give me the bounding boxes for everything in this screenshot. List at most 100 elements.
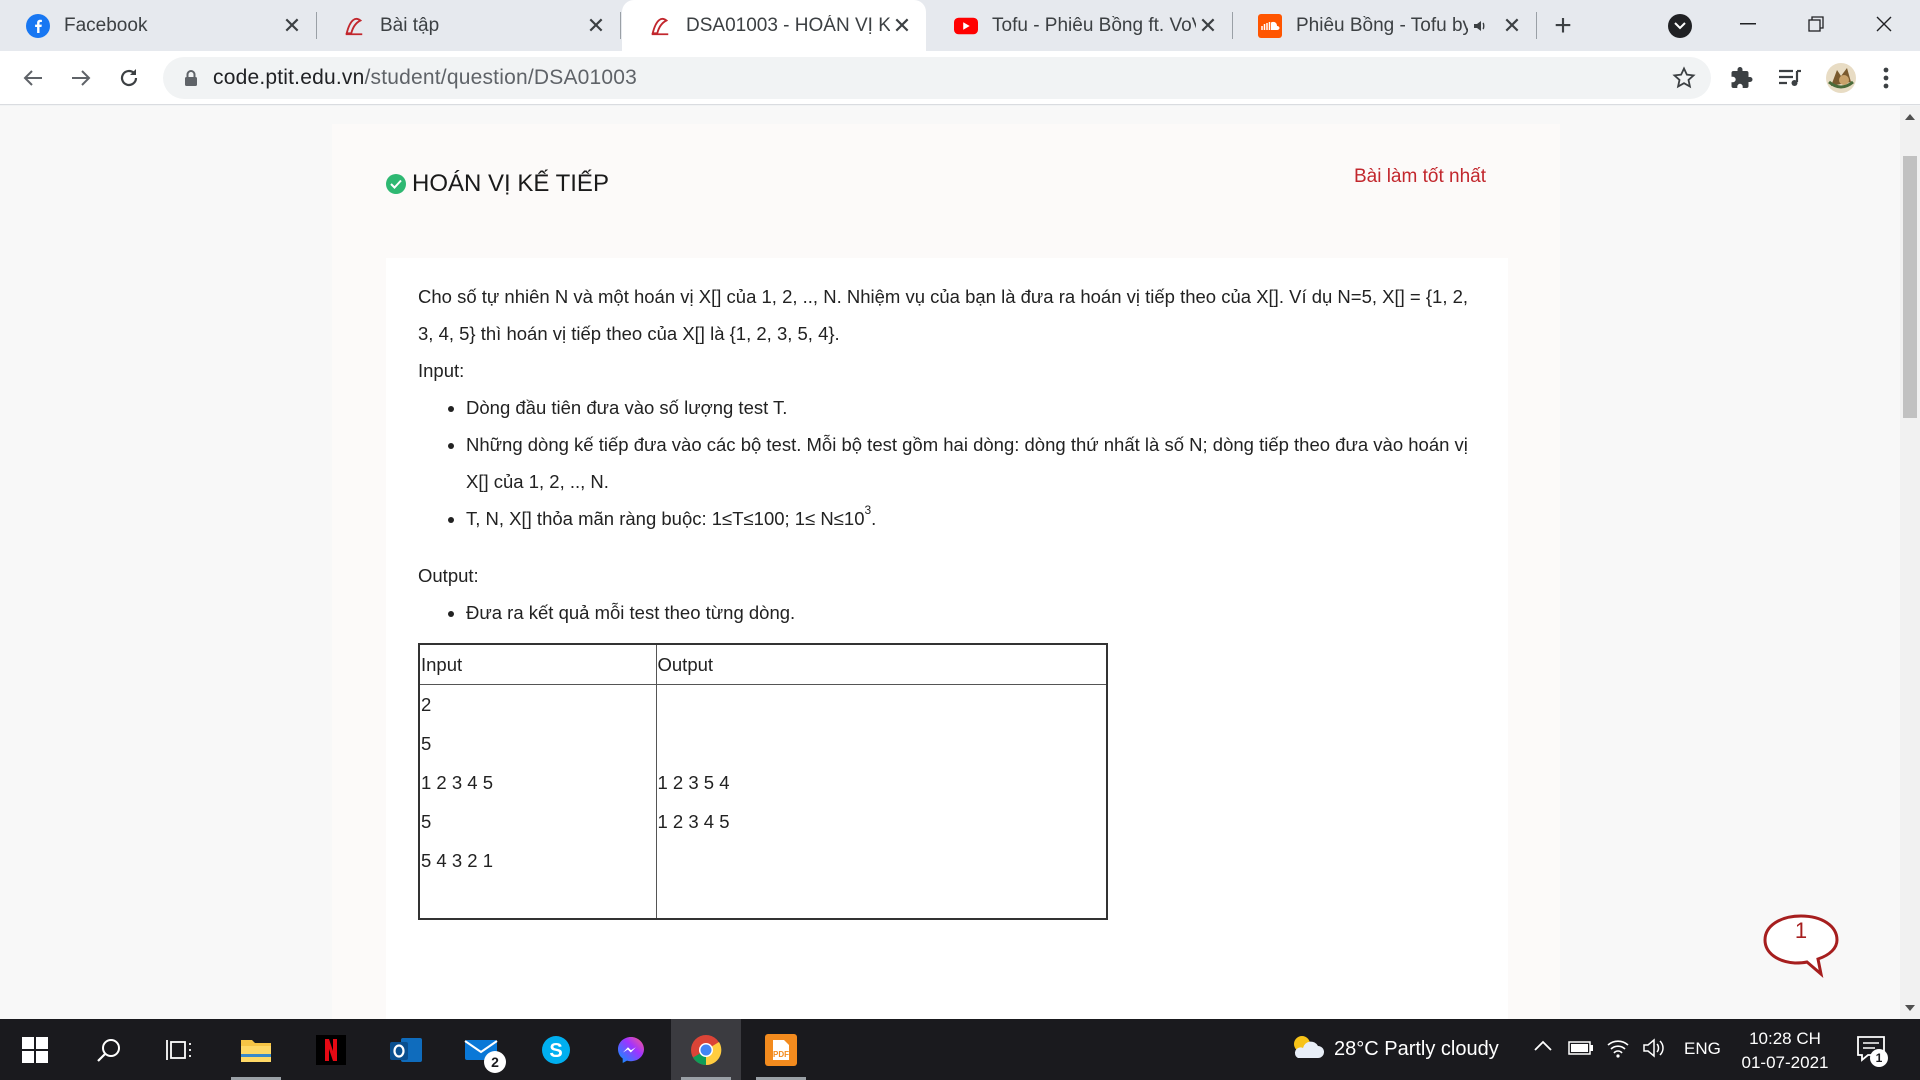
menu-kebab-icon[interactable]	[1872, 64, 1900, 92]
url-path: /student/question/DSA01003	[364, 66, 638, 89]
soundcloud-icon	[1258, 13, 1282, 38]
check-circle-icon	[386, 174, 406, 194]
chrome-icon[interactable]	[671, 1019, 741, 1080]
page-viewport: HOÁN VỊ KẾ TIẾP Bài làm tốt nhất Cho số …	[0, 106, 1900, 1019]
restore-button[interactable]	[1796, 8, 1836, 40]
input-heading: Input:	[418, 360, 465, 381]
tab-title: Tofu - Phiêu Bồng ft. VoVa	[992, 14, 1196, 36]
browser-toolbar: code.ptit.edu.vn/student/question/DSA010…	[0, 51, 1920, 105]
example-table: Input Output 2 5 1 2 3 4 5 5 5 4 3 2 1 1…	[418, 643, 1108, 920]
windows-start-icon[interactable]	[0, 1019, 70, 1080]
youtube-icon	[954, 14, 978, 38]
close-icon[interactable]: ✕	[1500, 13, 1524, 38]
close-window-button[interactable]	[1864, 8, 1904, 40]
tab-facebook[interactable]: Facebook ✕	[0, 0, 317, 51]
input-line: 5	[421, 810, 432, 832]
scroll-up-arrow-icon[interactable]	[1905, 114, 1915, 120]
constraint-suffix: .	[871, 508, 877, 529]
system-clock[interactable]: 10:28 CH 01-07-2021	[1730, 1027, 1840, 1075]
profile-avatar[interactable]	[1824, 61, 1858, 95]
clock-time: 10:28 CH	[1749, 1029, 1821, 1048]
close-icon[interactable]: ✕	[1196, 13, 1220, 38]
media-control-icon[interactable]	[1776, 64, 1804, 92]
output-heading: Output:	[418, 565, 479, 586]
mail-badge: 2	[484, 1051, 506, 1073]
input-list: Dòng đầu tiên đưa vào số lượng test T. N…	[466, 389, 1476, 537]
output-line: 1 2 3 5 4	[657, 771, 730, 793]
facebook-icon	[26, 13, 50, 38]
file-explorer-icon[interactable]	[221, 1019, 291, 1080]
windows-taskbar: 2 S PDF 28°C Partly cloudy ENG 10:28 CH …	[0, 1019, 1920, 1080]
example-input-cell: 2 5 1 2 3 4 5 5 5 4 3 2 1	[418, 683, 657, 920]
table-header-row: Input Output	[418, 643, 1108, 685]
tab-separator	[1536, 12, 1537, 39]
chat-bubble-button[interactable]: 1	[1762, 912, 1840, 978]
pdf-tool-icon[interactable]: PDF	[746, 1019, 816, 1080]
problem-card: HOÁN VỊ KẾ TIẾP Bài làm tốt nhất Cho số …	[332, 124, 1560, 1019]
page-title: HOÁN VỊ KẾ TIẾP	[386, 170, 609, 198]
netflix-icon[interactable]	[296, 1019, 366, 1080]
speaker-icon[interactable]	[1468, 18, 1492, 34]
messenger-icon[interactable]	[596, 1019, 666, 1080]
notification-center-icon[interactable]: 1	[1856, 1035, 1892, 1067]
tab-youtube[interactable]: Tofu - Phiêu Bồng ft. VoVa ✕	[928, 0, 1233, 51]
tab-search-button[interactable]	[1668, 14, 1692, 38]
minimize-button[interactable]	[1728, 8, 1768, 40]
weather-widget[interactable]: 28°C Partly cloudy	[1288, 1019, 1499, 1080]
show-hidden-icons-icon[interactable]	[1534, 1039, 1552, 1057]
bookmark-star-icon[interactable]	[1671, 65, 1697, 91]
output-line: 1 2 3 4 5	[657, 810, 730, 832]
partly-cloudy-icon	[1288, 1032, 1324, 1067]
close-icon[interactable]: ✕	[584, 13, 608, 38]
svg-text:S: S	[549, 1040, 562, 1062]
ptit-icon	[342, 14, 366, 38]
tab-bai-tap[interactable]: Bài tập ✕	[316, 0, 621, 51]
outlook-icon[interactable]	[371, 1019, 441, 1080]
forward-button[interactable]	[66, 63, 96, 93]
notification-badge: 1	[1870, 1049, 1888, 1067]
ptit-icon	[648, 14, 672, 38]
list-item: Những dòng kế tiếp đưa vào các bộ test. …	[466, 426, 1476, 500]
output-list: Đưa ra kết quả mỗi test theo từng dòng.	[466, 594, 1476, 631]
scrollbar-thumb[interactable]	[1903, 156, 1917, 418]
list-item: Dòng đầu tiên đưa vào số lượng test T.	[466, 389, 1476, 426]
tab-soundcloud[interactable]: Phiêu Bồng - Tofu by ✕	[1232, 0, 1537, 51]
extensions-puzzle-icon[interactable]	[1728, 64, 1756, 92]
reload-button[interactable]	[114, 63, 144, 93]
search-icon[interactable]	[74, 1019, 144, 1080]
close-icon[interactable]: ✕	[280, 13, 304, 38]
volume-icon[interactable]	[1642, 1037, 1666, 1064]
weather-text: 28°C Partly cloudy	[1334, 1038, 1499, 1060]
table-header-output: Output	[655, 643, 1108, 685]
mail-icon[interactable]: 2	[446, 1019, 516, 1080]
table-row: 2 5 1 2 3 4 5 5 5 4 3 2 1 1 2 3 5 4 1 2 …	[418, 683, 1108, 920]
lock-icon[interactable]	[181, 67, 201, 89]
new-tab-button[interactable]: +	[1547, 9, 1579, 42]
scroll-down-arrow-icon[interactable]	[1905, 1005, 1915, 1011]
input-line: 5 4 3 2 1	[421, 849, 494, 871]
page-scrollbar[interactable]	[1900, 106, 1920, 1019]
address-bar[interactable]: code.ptit.edu.vn/student/question/DSA010…	[163, 57, 1711, 99]
example-output-cell: 1 2 3 5 4 1 2 3 4 5	[655, 683, 1108, 920]
problem-title-text: HOÁN VỊ KẾ TIẾP	[412, 170, 609, 197]
tab-separator	[620, 12, 621, 39]
svg-text:PDF: PDF	[773, 1050, 789, 1059]
input-line: 2	[421, 693, 432, 715]
constraint-text: T, N, X[] thỏa mãn ràng buộc: 1≤T≤100; 1…	[466, 508, 865, 529]
wifi-icon[interactable]	[1606, 1037, 1630, 1064]
task-view-icon[interactable]	[144, 1019, 214, 1080]
tab-title: Facebook	[64, 14, 148, 36]
language-indicator[interactable]: ENG	[1684, 1039, 1721, 1059]
tab-title: Phiêu Bồng - Tofu by	[1296, 14, 1468, 36]
skype-icon[interactable]: S	[521, 1019, 591, 1080]
tab-dsa01003[interactable]: DSA01003 - HOÁN VỊ KẾ T ✕	[622, 0, 926, 51]
url-host: code.ptit.edu.vn	[213, 66, 365, 89]
back-button[interactable]	[18, 63, 48, 93]
url-text: code.ptit.edu.vn/student/question/DSA010…	[213, 66, 637, 90]
battery-icon[interactable]	[1568, 1039, 1594, 1062]
best-submission-link[interactable]: Bài làm tốt nhất	[1354, 166, 1486, 188]
close-icon[interactable]: ✕	[890, 13, 914, 38]
